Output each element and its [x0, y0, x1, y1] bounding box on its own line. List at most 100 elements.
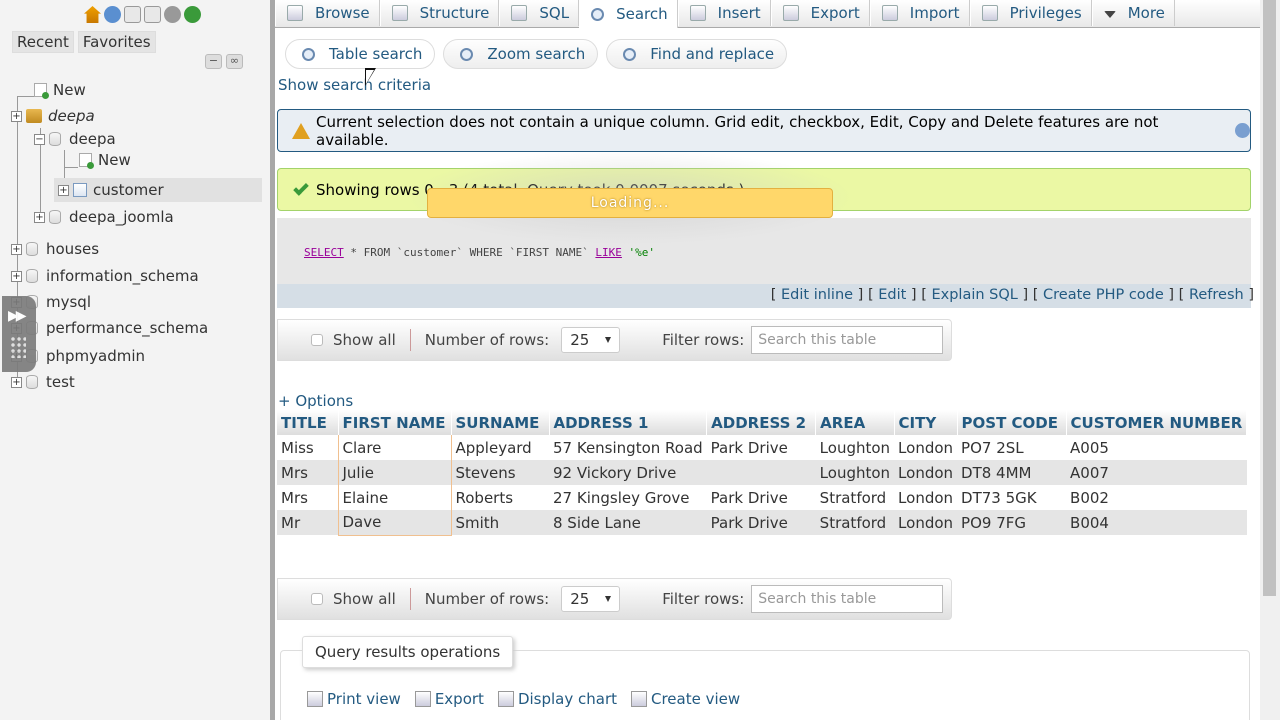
reload-icon[interactable]: [184, 6, 201, 23]
collapse-icon[interactable]: −: [34, 133, 45, 145]
column-header[interactable]: CITY: [894, 410, 958, 435]
tree-node-db[interactable]: + houses: [11, 240, 99, 258]
table-cell: Stevens: [451, 460, 549, 485]
sidebar-toggle-handle[interactable]: ▶▶: [2, 296, 36, 372]
num-rows-select[interactable]: 25: [561, 327, 621, 353]
column-header[interactable]: ADDRESS 1: [549, 410, 708, 435]
tab-structure[interactable]: Structure: [379, 0, 500, 26]
subtab-table-search[interactable]: Table search: [285, 39, 436, 69]
subtab-label: Table search: [329, 45, 423, 63]
link-with-main-icon[interactable]: ∞: [226, 54, 243, 69]
tab-label: More: [1127, 4, 1165, 22]
tree-node-customer[interactable]: + customer: [54, 178, 262, 202]
filter-rows-label: Filter rows:: [662, 331, 745, 349]
column-header[interactable]: FIRST NAME: [338, 410, 452, 435]
tree-node-deepa-joomla[interactable]: + deepa_joomla: [34, 208, 174, 226]
tab-search[interactable]: Search: [579, 0, 678, 28]
tree-node-label: New: [98, 151, 131, 169]
tab-browse[interactable]: Browse: [275, 0, 380, 26]
tab-label: Insert: [717, 4, 761, 22]
tab-privileges[interactable]: Privileges: [969, 0, 1092, 26]
tree-node-new-table[interactable]: New: [79, 151, 131, 169]
tree-node-new[interactable]: New: [34, 81, 86, 99]
column-header[interactable]: POST CODE: [957, 410, 1067, 435]
show-all-label: Show all: [333, 590, 396, 608]
num-rows-label: Number of rows:: [424, 331, 550, 349]
edit-inline-link[interactable]: Edit inline: [781, 287, 853, 303]
tree-node-deepa[interactable]: − deepa: [34, 130, 116, 148]
edit-link[interactable]: Edit: [878, 287, 906, 303]
show-all-label: Show all: [333, 331, 396, 349]
subtab-zoom-search[interactable]: Zoom search: [443, 39, 599, 69]
print-view-link[interactable]: Print view: [307, 690, 401, 708]
help-icon[interactable]: [1235, 123, 1250, 138]
tab-insert[interactable]: Insert: [677, 0, 771, 26]
tree-node-label: deepa_joomla: [69, 208, 174, 226]
column-header[interactable]: AREA: [815, 410, 895, 435]
options-link[interactable]: + Options: [278, 392, 353, 410]
tree-node-label: deepa: [48, 107, 95, 125]
table-cell: A005: [1066, 435, 1247, 460]
show-all-checkbox[interactable]: [311, 334, 323, 346]
tree-node-label: performance_schema: [46, 319, 209, 337]
table-row: Mrs Julie Stevens 92 Vickory Drive Lough…: [277, 460, 1247, 485]
expand-icon[interactable]: +: [11, 110, 22, 122]
results-table: TITLE FIRST NAME SURNAME ADDRESS 1 ADDRE…: [277, 410, 1248, 536]
display-chart-link[interactable]: Display chart: [497, 690, 617, 708]
checkmark-icon: [293, 179, 309, 196]
filter-rows-input[interactable]: Search this table: [751, 585, 944, 613]
warning-icon: [292, 122, 310, 139]
create-view-link[interactable]: Create view: [631, 690, 740, 708]
settings-page-icon[interactable]: [144, 6, 161, 23]
browse-icon: [287, 5, 303, 21]
column-header[interactable]: ADDRESS 2: [706, 410, 817, 435]
tree-node-db[interactable]: + test: [11, 373, 75, 391]
tab-import[interactable]: Import: [869, 0, 970, 26]
filter-rows-input[interactable]: Search this table: [751, 326, 944, 354]
column-header[interactable]: TITLE: [277, 410, 339, 435]
notice-message: Current selection does not contain a uni…: [277, 109, 1251, 152]
tree-node-db[interactable]: + performance_schema: [11, 319, 208, 337]
create-php-code-link[interactable]: Create PHP code: [1043, 287, 1164, 303]
expand-icon[interactable]: +: [34, 211, 45, 223]
help-icon[interactable]: [104, 6, 121, 23]
table-cell: PO9 7FG: [957, 510, 1067, 535]
export-link[interactable]: Export: [414, 690, 484, 708]
tab-export[interactable]: Export: [770, 0, 870, 26]
tab-sql[interactable]: SQL: [499, 0, 580, 26]
subtab-find-replace[interactable]: Find and replace: [606, 39, 788, 69]
tab-more[interactable]: More: [1091, 0, 1175, 26]
link-label: Display chart: [517, 690, 617, 708]
import-icon: [881, 5, 898, 21]
scrollbar-thumb[interactable]: [1263, 0, 1276, 596]
expand-icon[interactable]: +: [58, 184, 69, 196]
favorites-tab[interactable]: Favorites: [77, 31, 156, 53]
table-cell: Mrs: [277, 460, 338, 485]
recent-tab[interactable]: Recent: [12, 31, 74, 53]
export-icon: [414, 691, 431, 707]
table-cell: [706, 460, 816, 485]
sql-query-text: SELECT * FROM `customer` WHERE `FIRST NA…: [304, 246, 655, 259]
table-cell: 27 Kingsley Grove: [549, 485, 707, 510]
num-rows-value: 25: [570, 590, 590, 608]
gear-icon[interactable]: [164, 6, 181, 23]
explain-sql-link[interactable]: Explain SQL: [931, 287, 1017, 303]
collapse-all-icon[interactable]: −: [205, 54, 222, 69]
sql-keyword: SELECT: [304, 246, 344, 259]
column-header[interactable]: SURNAME: [451, 410, 550, 435]
expand-icon[interactable]: +: [11, 270, 22, 282]
refresh-link[interactable]: Refresh: [1189, 287, 1244, 303]
home-icon[interactable]: [84, 6, 101, 23]
num-rows-select[interactable]: 25: [561, 586, 621, 612]
documentation-icon[interactable]: [124, 6, 141, 23]
navigation-sidebar: Recent Favorites − ∞ New + deepa − deepa…: [0, 0, 270, 720]
expand-icon[interactable]: +: [11, 376, 22, 388]
expand-icon[interactable]: +: [11, 243, 22, 255]
search-icon: [302, 47, 315, 61]
show-all-checkbox[interactable]: [311, 593, 323, 605]
column-header[interactable]: CUSTOMER NUMBER: [1066, 410, 1248, 435]
tree-node-db[interactable]: + information_schema: [11, 267, 199, 285]
tree-node-deepa-group[interactable]: + deepa: [11, 107, 95, 125]
find-replace-icon: [623, 47, 637, 61]
show-search-criteria-link[interactable]: Show search criteria: [278, 76, 431, 94]
